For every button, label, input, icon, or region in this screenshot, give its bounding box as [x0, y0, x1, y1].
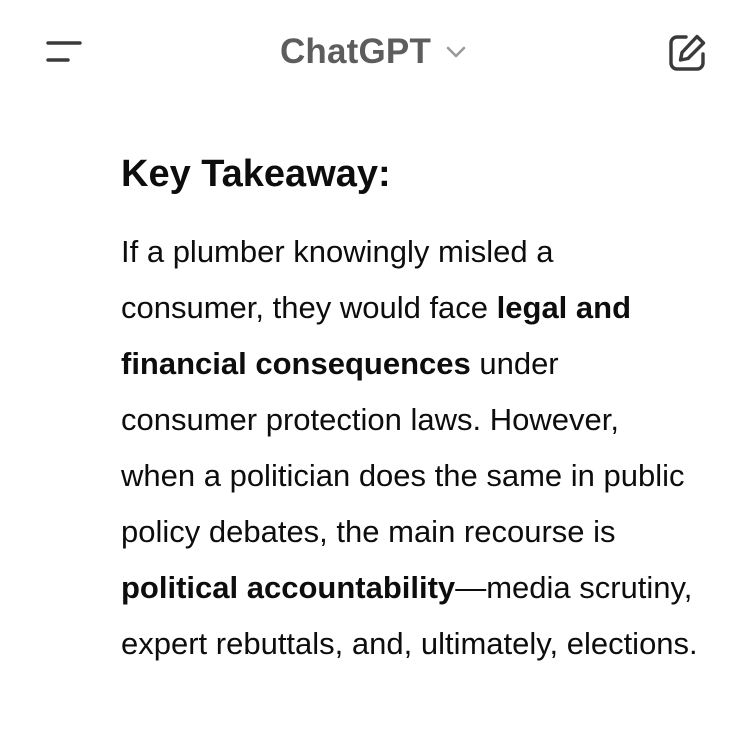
title-container: ChatGPT — [0, 28, 749, 76]
app-title: ChatGPT — [279, 32, 432, 71]
new-chat-icon — [669, 34, 706, 71]
paragraph-text: If a plumber knowingly misled a consumer… — [121, 234, 554, 325]
sidebar-menu-button[interactable] — [36, 28, 92, 76]
model-selector-button[interactable]: ChatGPT — [280, 32, 467, 72]
new-chat-button[interactable] — [658, 26, 714, 78]
message-heading: Key Takeaway: — [121, 153, 391, 195]
top-bar: ChatGPT — [0, 0, 749, 100]
assistant-message: Key Takeaway: If a plumber knowingly mis… — [121, 150, 701, 672]
bold-phrase: political accountability — [121, 570, 456, 605]
menu-icon — [46, 41, 82, 62]
chevron-down-icon — [445, 45, 467, 59]
message-paragraph: If a plumber knowingly misled a consumer… — [121, 224, 701, 672]
